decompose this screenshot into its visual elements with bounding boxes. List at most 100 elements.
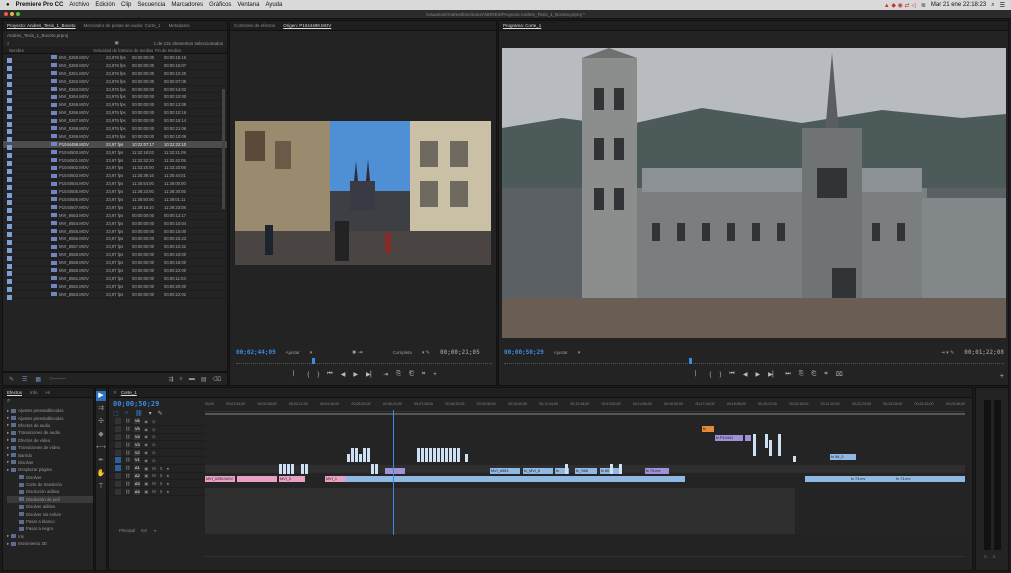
pen-tool-icon[interactable]: ✒ <box>96 456 106 466</box>
tab-project[interactable]: Proyecto: Andres_Tesis_1_Boceto <box>7 23 76 28</box>
tab-source[interactable]: Origen: P1044499.MOV <box>283 23 331 28</box>
snap-icon[interactable]: ∩ <box>125 410 129 417</box>
short-clip[interactable] <box>433 448 436 462</box>
project-row[interactable]: P1044505.MOV 23,97 fps 11:36:23:00 11:36:30… <box>3 188 227 198</box>
audio-track-area[interactable] <box>205 488 795 534</box>
add-button-icon[interactable]: + <box>433 372 437 378</box>
label-color-swatch[interactable] <box>7 287 12 293</box>
short-clip[interactable] <box>425 448 428 462</box>
short-clip[interactable] <box>449 448 452 462</box>
step-back-icon[interactable]: ◀ <box>341 371 346 378</box>
effects-item[interactable]: Disolución aditiva <box>7 488 93 495</box>
track-target-toggle[interactable] <box>115 418 121 425</box>
source-scrubber[interactable] <box>236 359 492 364</box>
solo-button[interactable]: S <box>160 466 163 471</box>
voiceover-icon[interactable]: ● <box>167 473 170 478</box>
track-target-toggle[interactable] <box>115 488 121 495</box>
short-clip[interactable] <box>347 454 350 462</box>
mute-button[interactable]: M <box>152 481 156 486</box>
menu-secuencia[interactable]: Secuencia <box>137 2 165 8</box>
disclosure-triangle-icon[interactable]: ▸ <box>7 452 9 458</box>
apple-icon[interactable]: ● <box>6 2 10 8</box>
label-color-swatch[interactable] <box>7 224 12 230</box>
play-icon[interactable]: ▶ <box>755 371 760 378</box>
label-color-swatch[interactable] <box>7 192 12 198</box>
project-row[interactable]: MVI_6555.MOV 23,97 fps 00:00:00:00 00:00:16… <box>3 228 227 238</box>
program-playhead[interactable] <box>689 358 692 364</box>
razor-tool-icon[interactable]: ◆ <box>96 430 106 440</box>
project-row[interactable]: MVI_6557.MOV 23,97 fps 00:00:00:00 00:00:10… <box>3 243 227 253</box>
project-row[interactable]: MVI_6563.MOV 23,97 fps 00:00:00:00 00:00:22… <box>3 291 227 301</box>
track-target-toggle[interactable] <box>115 426 121 433</box>
mark-out-icon[interactable]: } <box>719 372 721 378</box>
lift-icon[interactable]: ⎘ <box>799 371 804 378</box>
project-row[interactable]: P1044501.MOV 23,97 fps 11:32:32:20 11:32:42… <box>3 157 227 167</box>
eye-icon[interactable]: ◎ <box>152 434 156 439</box>
project-row[interactable]: MVI_0268.MOV 23,976 fps 00:00:00:00 00:00:2… <box>3 125 227 135</box>
v4-bar[interactable] <box>765 434 768 448</box>
v4-bar[interactable] <box>793 456 796 462</box>
disclosure-triangle-icon[interactable]: ▸ <box>7 437 9 443</box>
short-clip[interactable] <box>619 464 622 474</box>
toggle-output-icon[interactable]: ◉ <box>144 427 148 432</box>
v1-clip[interactable] <box>485 476 685 482</box>
track-header[interactable]: ⛓ A2 ▣ M S ● <box>109 472 205 481</box>
tab-history[interactable]: Hi <box>46 390 50 395</box>
label-color-swatch[interactable] <box>7 113 12 119</box>
track-header[interactable]: ⛓ V1 ◉ ◎ <box>109 457 205 465</box>
source-timecode[interactable]: 00;02;44;09 <box>236 349 276 356</box>
timeline-zoom-scrollbar[interactable] <box>205 556 965 562</box>
dropdown-chevron-icon[interactable]: ▾ <box>310 350 313 356</box>
clock[interactable]: Mar 21 ene 22:18:23 <box>931 2 986 8</box>
disclosure-triangle-icon[interactable]: ▸ <box>7 408 9 414</box>
track-select-tool-icon[interactable]: ⇉ <box>96 404 106 414</box>
effects-item[interactable]: ▸ Transiciones de vídeo <box>7 444 93 451</box>
toggle-output-icon[interactable]: ◉ <box>144 442 148 447</box>
menu-edicion[interactable]: Edición <box>95 2 115 8</box>
master-value[interactable]: 0,0 <box>141 528 147 533</box>
step-forward-icon[interactable]: ▶▏ <box>366 371 375 378</box>
tab-metadata[interactable]: Metadatos <box>169 23 190 28</box>
v1-clip[interactable]: fx 73.mv <box>895 476 923 482</box>
status-icons[interactable]: ▲ ◆ ◉ ⇄ ◁ <box>884 2 916 9</box>
slip-tool-icon[interactable]: ⟷ <box>96 443 106 453</box>
tab-info[interactable]: Info <box>30 390 38 395</box>
short-clip[interactable] <box>305 464 308 474</box>
timeline-playhead[interactable] <box>393 410 394 535</box>
project-row[interactable]: P1044503.MOV 23,97 fps 11:35:39:16 11:35:44… <box>3 172 227 182</box>
menu-clip[interactable]: Clip <box>121 2 131 8</box>
effects-item[interactable]: Disolución de pelí <box>7 495 93 504</box>
disclosure-triangle-icon[interactable]: ▸ <box>7 430 9 436</box>
solo-left-button[interactable]: S <box>984 554 987 559</box>
spotlight-icon[interactable]: ⌕ <box>991 2 994 9</box>
app-menu[interactable]: Premiere Pro CC <box>16 2 64 8</box>
track-header[interactable]: ⛓ V6 ◉ ◎ <box>109 418 205 426</box>
short-clip[interactable] <box>565 464 568 474</box>
track-header[interactable]: ⛓ V4 ◉ ◎ <box>109 433 205 442</box>
menu-archivo[interactable]: Archivo <box>69 2 89 8</box>
source-quality-select[interactable]: Completa <box>393 350 412 355</box>
effects-item[interactable]: Disolver <box>7 474 93 481</box>
marker-icon[interactable]: ⎸ <box>293 371 299 378</box>
short-clip[interactable] <box>457 448 460 462</box>
insert-icon[interactable]: ⎘ <box>396 371 401 378</box>
short-clip[interactable] <box>453 448 456 462</box>
project-row[interactable]: P1044502.MOV 23,97 fps 11:33:25:00 11:33:33… <box>3 164 227 174</box>
project-row[interactable]: P1044500.MOV 23,97 fps 11:32:18:03 11:32:21… <box>3 149 227 159</box>
effects-item[interactable]: ▸ Disolver <box>7 459 93 466</box>
short-clip[interactable] <box>355 448 358 462</box>
solo-right-button[interactable]: S <box>993 554 996 559</box>
effects-item[interactable]: Disolver sin esfum <box>7 510 93 517</box>
effects-search-icon[interactable]: ⌕ <box>3 398 93 407</box>
pencil-icon[interactable]: ✎ <box>9 376 14 383</box>
disclosure-triangle-icon[interactable]: ▸ <box>7 533 9 539</box>
sync-lock-icon[interactable]: ⛓ <box>125 465 130 471</box>
tab-sequence[interactable]: Corte_1 <box>121 390 137 395</box>
track-target-toggle[interactable] <box>115 465 121 472</box>
short-clip[interactable] <box>363 448 366 462</box>
goto-in-icon[interactable]: ⏮ <box>327 371 332 378</box>
project-row[interactable]: MVI_0261.MOV 23,976 fps 00:00:00:00 00:00:1… <box>3 70 227 80</box>
v1-clip[interactable]: fx 73.mv <box>850 476 878 482</box>
voiceover-icon[interactable]: ● <box>167 481 170 486</box>
goto-out-icon[interactable]: ⏭ <box>785 371 790 378</box>
